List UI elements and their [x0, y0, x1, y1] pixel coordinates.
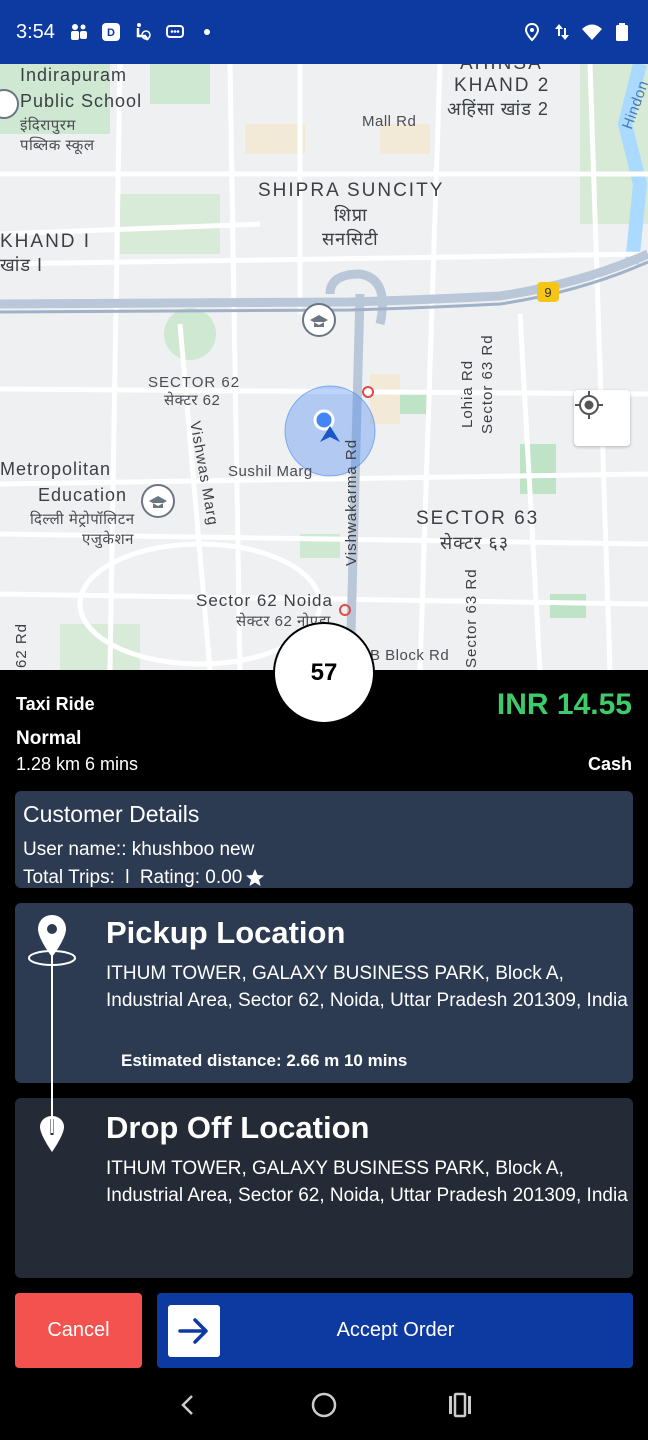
map-label: 62 Rd	[13, 622, 30, 668]
map-label: पब्लिक स्कूल	[20, 137, 95, 154]
dropoff-address: ITHUM TOWER, GALAXY BUSINESS PARK, Block…	[106, 1158, 628, 1206]
star-icon	[246, 869, 265, 886]
status-icons-right	[522, 22, 632, 42]
map-label: Sector 63 Rd	[479, 334, 496, 434]
wifi-icon	[582, 24, 602, 40]
back-icon	[181, 1395, 193, 1415]
total-trips: Total Trips:	[23, 867, 115, 888]
data-arrows-icon	[555, 24, 569, 40]
location-icon	[524, 22, 540, 42]
map-label: Education	[38, 485, 128, 505]
my-location-icon	[575, 391, 603, 419]
map-label: Metropolitan	[0, 459, 112, 479]
customer-username: User name:: khushboo new	[23, 839, 255, 860]
status-time: 3:54	[16, 20, 55, 43]
customer-details-title: Customer Details	[23, 801, 200, 827]
map-label: Public School	[20, 91, 143, 111]
map-label: सेक्टर ६३	[440, 533, 510, 553]
teams-icon	[70, 24, 87, 40]
message-icon	[165, 25, 184, 38]
status-icons-left: D	[69, 22, 217, 42]
home-icon	[311, 1392, 337, 1418]
ride-class: Normal	[16, 728, 82, 749]
map-label: B Block Rd	[370, 647, 450, 664]
map-background: 9	[0, 64, 648, 670]
status-bar: 3:54 D	[0, 0, 648, 64]
map-label: AHINSA	[460, 64, 543, 75]
customer-rating: Rating: 0.00	[139, 867, 243, 888]
pickup-title: Pickup Location	[106, 915, 346, 950]
recents-icon	[449, 1392, 471, 1418]
map-view[interactable]: 9 Indirapuram Public School इंदिरापुरम प…	[0, 64, 648, 670]
pickup-estimate: Estimated distance: 2.66 m 10 mins	[121, 1051, 408, 1070]
map-label: इंदिरापुरम	[20, 117, 76, 134]
map-label: Lohia Rd	[459, 359, 476, 428]
dot-icon	[203, 29, 210, 35]
map-label: सनसिटी	[322, 229, 379, 249]
route-connector-line	[51, 955, 53, 1133]
svg-text:D: D	[107, 27, 115, 39]
map-label: शिप्रा	[334, 205, 368, 225]
map-label: दिल्ली मेट्रोपॉलिटन	[30, 511, 135, 528]
map-label: Indirapuram	[20, 65, 128, 85]
map-label: Vishwakarma Rd	[343, 438, 360, 566]
system-nav-bar	[0, 1370, 648, 1440]
my-location-button[interactable]	[574, 390, 630, 446]
payment-method: Cash	[587, 754, 632, 774]
map-label: Mall Rd	[362, 113, 417, 130]
cancel-button[interactable]: Cancel	[15, 1293, 142, 1368]
map-label: खांड I	[0, 255, 44, 275]
battery-icon	[616, 23, 628, 41]
map-label: SHIPRA SUNCITY	[258, 180, 445, 201]
school-marker[interactable]	[302, 303, 336, 337]
customer-stats: Total Trips: ǀ Rating: 0.00	[23, 864, 625, 892]
map-label: KHAND I	[0, 231, 92, 252]
map-label: KHAND 2	[454, 75, 551, 96]
dashlane-icon: D	[101, 23, 120, 41]
countdown-timer: 57	[273, 622, 375, 724]
pickup-address: ITHUM TOWER, GALAXY BUSINESS PARK, Block…	[106, 963, 628, 1011]
map-label: Sector 63 Rd	[463, 568, 480, 668]
highway-badge: 9	[544, 285, 551, 300]
dropoff-title: Drop Off Location	[106, 1110, 370, 1145]
school-marker[interactable]	[0, 89, 19, 119]
pickup-location-card: Pickup Location ITHUM TOWER, GALAXY BUSI…	[15, 903, 633, 1083]
accept-order-button[interactable]: Accept Order	[157, 1293, 633, 1368]
map-label: SECTOR 62	[148, 374, 241, 391]
map-label: Sector 62 Noida	[196, 591, 333, 610]
map-label: अहिंसा खांड 2	[447, 99, 549, 119]
home-button[interactable]	[304, 1385, 344, 1425]
ride-distance-time: 1.28 km 6 mins	[16, 754, 139, 774]
arrow-right-icon	[168, 1304, 220, 1357]
recents-button[interactable]	[440, 1385, 480, 1425]
map-label: सेक्टर 62	[164, 392, 221, 409]
map-label: एजुकेशन	[82, 531, 134, 548]
accessibility-icon	[136, 23, 151, 41]
map-label: Sushil Marg	[228, 463, 313, 480]
back-button[interactable]	[168, 1385, 208, 1425]
customer-details-card: Customer Details User name:: khushboo ne…	[15, 791, 633, 888]
dropoff-location-card: Drop Off Location ITHUM TOWER, GALAXY BU…	[15, 1098, 633, 1278]
accept-order-label: Accept Order	[336, 1319, 455, 1341]
ride-type: Taxi Ride	[16, 694, 95, 714]
school-marker[interactable]	[141, 484, 175, 518]
map-label: SECTOR 63	[416, 508, 540, 529]
trips-separator: ǀ	[124, 867, 130, 888]
ride-price: INR 14.55	[496, 688, 632, 721]
